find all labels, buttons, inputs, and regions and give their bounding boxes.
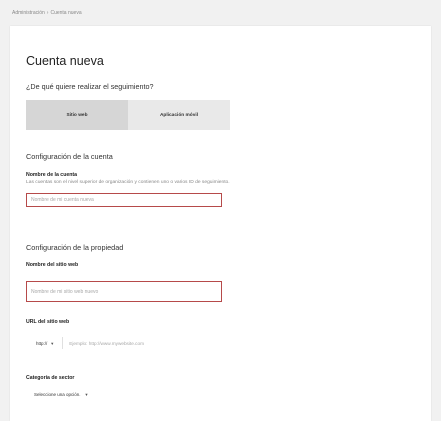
new-account-card: Cuenta nueva ¿De qué quiere realizar el …: [10, 26, 431, 421]
site-url-input[interactable]: [69, 340, 230, 346]
site-url-label: URL del sitio web: [26, 319, 70, 325]
category-select[interactable]: Seleccione una opción. ▼: [34, 392, 89, 397]
tab-mobile-app[interactable]: Aplicación móvil: [128, 100, 230, 130]
site-name-input[interactable]: [31, 288, 221, 295]
chevron-down-icon: ▼: [84, 392, 89, 397]
tracking-type-tabs: Sitio web Aplicación móvil: [26, 100, 230, 130]
account-settings-heading: Configuración de la cuenta: [26, 152, 113, 161]
tab-website[interactable]: Sitio web: [26, 100, 128, 130]
chevron-down-icon: ▼: [50, 340, 55, 346]
breadcrumb-item-new-account: Cuenta nueva: [50, 10, 82, 16]
site-name-field[interactable]: [26, 281, 222, 302]
property-settings-heading: Configuración de la propiedad: [26, 243, 124, 252]
site-name-label: Nombre del sitio web: [26, 262, 79, 268]
protocol-select[interactable]: http:// ▼: [36, 337, 64, 349]
category-value: Seleccione una opción.: [34, 392, 81, 397]
breadcrumb-item-admin[interactable]: Administración: [12, 10, 45, 16]
page-title: Cuenta nueva: [26, 54, 104, 68]
account-name-label: Nombre de la cuenta: [26, 172, 78, 178]
account-name-help: Las cuentas son el nivel superior de org…: [26, 180, 230, 185]
site-url-row: http:// ▼: [36, 337, 230, 349]
account-name-input[interactable]: [31, 197, 221, 203]
breadcrumb-separator: ›: [46, 10, 49, 16]
category-label: Categoría de sector: [26, 375, 75, 381]
account-name-field[interactable]: [26, 193, 222, 207]
protocol-value: http://: [36, 340, 48, 346]
tracking-question: ¿De qué quiere realizar el seguimiento?: [26, 82, 154, 91]
breadcrumb: Administración › Cuenta nueva: [12, 10, 82, 16]
